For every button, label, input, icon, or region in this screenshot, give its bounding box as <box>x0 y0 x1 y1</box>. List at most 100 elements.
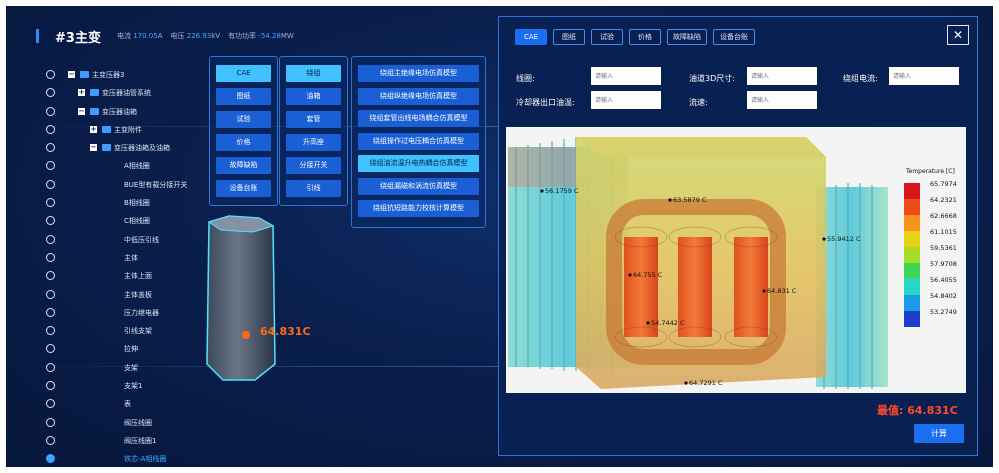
component-menu-item[interactable]: 升高座 <box>286 134 341 151</box>
tree-node[interactable]: A相线圈 <box>42 157 212 175</box>
dialog-tab[interactable]: 设备台账 <box>713 29 755 45</box>
dialog-tab[interactable]: 图纸 <box>553 29 585 45</box>
calculate-button[interactable]: 计算 <box>914 424 964 443</box>
tree-node-label: 主变附件 <box>114 125 142 134</box>
tree-radio[interactable] <box>46 435 55 445</box>
collapse-icon[interactable]: − <box>78 107 85 115</box>
tree-radio[interactable] <box>46 88 55 98</box>
simulation-model-item[interactable]: 绕组油流温升电热耦合仿真模型 <box>358 155 479 172</box>
flow-rate-input[interactable] <box>747 91 817 109</box>
category-menu-item[interactable]: 故障缺陷 <box>216 157 271 174</box>
tree-node[interactable]: C相线圈 <box>42 212 212 230</box>
expand-icon[interactable]: + <box>90 125 97 133</box>
tree-radio[interactable] <box>46 234 55 244</box>
folder-icon <box>90 89 99 97</box>
winding-3d-model[interactable] <box>201 214 281 384</box>
tree-node-label: C相线圈 <box>124 217 150 226</box>
thermal-simulation-view[interactable]: Temperature [C] 65.7974 64.2321 62.6668 61.… <box>506 127 966 393</box>
simulation-model-item[interactable]: 绕组套管出线电场耦合仿真模型 <box>358 110 479 127</box>
tree-radio[interactable] <box>46 179 55 189</box>
tree-node[interactable]: 支架 <box>42 359 212 377</box>
tree-radio[interactable] <box>46 143 55 153</box>
tree-node[interactable]: 主体盖板 <box>42 286 212 304</box>
tree-node[interactable]: 铁芯-A相线圈 <box>42 450 212 467</box>
cae-dialog: CAE 图纸试验价格故障缺陷设备台账 ✕ 线圈: 油道3D尺寸: 绕组电流: 冷却… <box>498 16 978 456</box>
expand-icon[interactable]: + <box>78 89 85 97</box>
tree-node[interactable]: 拉伸 <box>42 340 212 358</box>
tree-radio[interactable] <box>46 106 55 116</box>
tree-node[interactable]: 主体 <box>42 249 212 267</box>
simulation-model-item[interactable]: 绕组抗短路能力校核计算模型 <box>358 200 479 217</box>
tree-node[interactable]: − 变压器油箱及油箱 <box>42 139 212 157</box>
tree-node[interactable]: + 变压器油管系统 <box>42 84 212 102</box>
component-menu-item[interactable]: 绕组 <box>286 65 341 82</box>
tree-radio[interactable] <box>46 124 55 134</box>
tree-radio[interactable] <box>46 417 55 427</box>
tree-radio[interactable] <box>46 198 55 208</box>
tree-node[interactable]: 表 <box>42 395 212 413</box>
tree-node[interactable]: 压力继电器 <box>42 304 212 322</box>
coil-input[interactable] <box>591 67 661 85</box>
tree-node[interactable]: 阀压线圈 <box>42 414 212 432</box>
tree-radio[interactable] <box>46 216 55 226</box>
category-menu-item[interactable]: 设备台账 <box>216 180 271 197</box>
field-label-cooler-outlet-temp: 冷却器出口油温: <box>516 98 575 107</box>
category-menu-item[interactable]: 图纸 <box>216 88 271 105</box>
component-menu-item[interactable]: 油箱 <box>286 88 341 105</box>
tree-node[interactable]: B相线圈 <box>42 194 212 212</box>
collapse-icon[interactable]: − <box>68 71 75 78</box>
tree-radio[interactable] <box>46 307 55 317</box>
dialog-tab[interactable]: CAE <box>515 29 547 45</box>
tree-node-label: 主体 <box>124 253 138 262</box>
simulation-model-item[interactable]: 绕组主绝缘电场仿真模型 <box>358 65 479 82</box>
simulation-model-item[interactable]: 绕组操作过电压耦合仿真模型 <box>358 132 479 150</box>
probe-point <box>628 273 632 277</box>
collapse-icon[interactable]: − <box>90 144 97 152</box>
category-menu-item[interactable]: 价格 <box>216 134 271 151</box>
oil-duct-size-input[interactable] <box>747 67 817 85</box>
winding-current-input[interactable] <box>889 67 959 85</box>
thermal-field-render: Temperature [C] 65.7974 64.2321 62.6668 61.… <box>508 137 957 389</box>
dialog-tab[interactable]: 价格 <box>629 29 661 45</box>
component-menu-item[interactable]: 分接开关 <box>286 157 341 174</box>
tree-radio[interactable] <box>46 381 55 391</box>
tree-node[interactable]: − 变压器油箱 <box>42 103 212 121</box>
legend-value: 59.5361 <box>930 244 957 252</box>
tree-node[interactable]: − 主变压器3 <box>42 66 212 84</box>
dialog-tab[interactable]: 试验 <box>591 29 623 45</box>
simulation-model-item[interactable]: 绕组漏磁和涡流仿真模型 <box>358 177 479 195</box>
dialog-tab[interactable]: 故障缺陷 <box>667 29 707 45</box>
close-button[interactable]: ✕ <box>947 25 969 45</box>
tree-node[interactable]: 主体上面 <box>42 267 212 285</box>
tree-radio[interactable] <box>46 362 55 372</box>
tree-radio[interactable] <box>46 454 55 464</box>
tree-node-label: 变压器油管系统 <box>102 89 151 98</box>
legend-color-swatch <box>904 215 920 231</box>
tree-node[interactable]: + 主变附件 <box>42 121 212 139</box>
component-menu-item[interactable]: 引线 <box>286 180 341 197</box>
tree-radio[interactable] <box>46 289 55 299</box>
tree-node[interactable]: 引线支架 <box>42 322 212 340</box>
tree-radio[interactable] <box>46 326 55 336</box>
probe-point <box>646 321 650 325</box>
component-menu-item[interactable]: 套管 <box>286 111 341 128</box>
hotspot-temperature: 64.831C <box>260 325 311 338</box>
tree-radio[interactable] <box>46 161 55 171</box>
hotspot-marker[interactable] <box>242 331 250 339</box>
category-menu-item[interactable]: 试验 <box>216 111 271 128</box>
category-menu-item[interactable]: CAE <box>216 65 271 82</box>
tree-radio[interactable] <box>46 70 55 79</box>
probe-temperature-label: 64.831 C <box>767 287 797 295</box>
cooler-outlet-temp-input[interactable] <box>591 91 661 109</box>
tree-node[interactable]: 支架1 <box>42 377 212 395</box>
tree-radio[interactable] <box>46 399 55 409</box>
tree-radio[interactable] <box>46 252 55 262</box>
tree-radio[interactable] <box>46 271 55 281</box>
tree-node[interactable]: 中低压引线 <box>42 231 212 249</box>
simulation-model-item[interactable]: 绕组纵绝缘电场仿真模型 <box>358 87 479 105</box>
legend-value: 57.9708 <box>930 260 957 268</box>
field-label-oil-duct-size: 油道3D尺寸: <box>689 74 735 83</box>
tree-radio[interactable] <box>46 344 55 354</box>
tree-node[interactable]: 阀压线圈1 <box>42 432 212 450</box>
tree-node[interactable]: BUE型有载分接开关 <box>42 176 212 194</box>
